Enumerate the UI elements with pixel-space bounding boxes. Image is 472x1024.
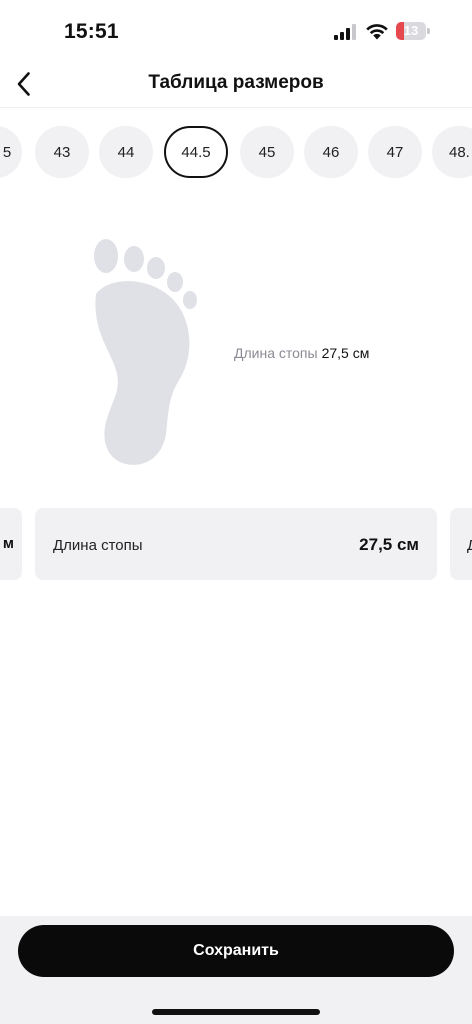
size-chip[interactable]: 45 — [240, 126, 294, 178]
page-title: Таблица размеров — [148, 72, 324, 93]
size-chip-label: 43 — [53, 143, 71, 161]
foot-icon — [94, 239, 197, 465]
size-chip-label: 45 — [258, 143, 276, 161]
wifi-icon — [366, 24, 388, 40]
home-indicator — [152, 1009, 320, 1015]
measurement-card-next-label: Д — [467, 537, 472, 554]
measurement-card-label: Длина стопы — [53, 537, 143, 554]
foot-length-value: 27,5 см — [321, 345, 370, 361]
size-chip[interactable]: 48. — [432, 126, 472, 178]
bottom-bar: Сохранить — [0, 916, 472, 1024]
size-chip[interactable]: 43 — [35, 126, 89, 178]
size-chip[interactable]: 46 — [304, 126, 358, 178]
size-chip[interactable]: 5 — [0, 126, 22, 178]
measurement-card-prev-value: м — [2, 535, 14, 552]
status-time: 15:51 — [64, 20, 119, 43]
size-chip-label: 5 — [2, 143, 12, 161]
size-selector[interactable]: 5 43 44 44.5 45 46 47 48. — [0, 124, 472, 180]
signal-icon — [334, 24, 356, 40]
status-bar: 15:51 13 — [0, 0, 472, 60]
battery-level: 13 — [403, 23, 419, 38]
measurement-card-prev[interactable]: м — [0, 508, 22, 580]
measurement-card-value: 27,5 см — [359, 535, 419, 554]
battery-tip — [427, 28, 430, 34]
size-chip-label: 46 — [322, 143, 340, 161]
measurement-card-next[interactable]: Д — [450, 508, 472, 580]
size-chip-selected[interactable]: 44.5 — [164, 126, 228, 178]
size-chip-label: 48. — [449, 143, 470, 161]
size-chip[interactable]: 47 — [368, 126, 422, 178]
measurement-card[interactable]: Длина стопы 27,5 см — [35, 508, 437, 580]
battery-body: 13 — [396, 22, 426, 40]
size-chip-label: 47 — [386, 143, 404, 161]
foot-length-label: Длина стопы — [234, 345, 318, 361]
header: Таблица размеров — [0, 60, 472, 108]
size-chip-label: 44 — [117, 143, 135, 161]
save-button[interactable]: Сохранить — [18, 925, 454, 977]
foot-length-caption: Длина стопы 27,5 см — [234, 345, 369, 361]
size-chip[interactable]: 44 — [99, 126, 153, 178]
size-chip-label: 44.5 — [181, 143, 211, 161]
battery-icon: 13 — [396, 22, 430, 40]
measurement-cards[interactable]: м Длина стопы 27,5 см Д — [0, 508, 472, 582]
